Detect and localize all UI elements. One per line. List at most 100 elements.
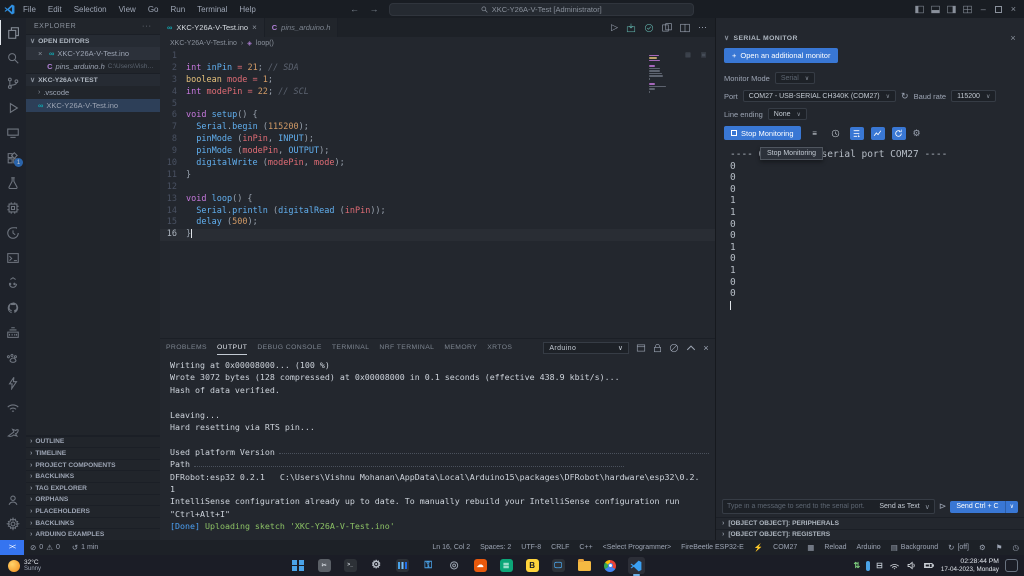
sidebar-section-arduino-examples[interactable]: ›ARDUINO EXAMPLES	[26, 528, 160, 540]
status-flag-icon[interactable]: ⚑	[991, 543, 1008, 552]
code-line-15[interactable]: 15 delay (500);	[160, 217, 715, 229]
activity-extensions-icon[interactable]: 1	[0, 145, 26, 170]
close-button[interactable]: ×	[1011, 4, 1016, 14]
sidebar-section-orphans[interactable]: ›ORPHANS	[26, 494, 160, 506]
sidebar-section-tag-explorer[interactable]: ›TAG EXPLORER	[26, 482, 160, 494]
taskbar-file-explorer-icon[interactable]	[576, 557, 593, 574]
tray-bluetooth-icon[interactable]	[866, 561, 870, 571]
code-line-1[interactable]: 1	[160, 51, 715, 63]
toggle-panel-icon[interactable]	[931, 5, 940, 14]
status-spaces-2[interactable]: Spaces: 2	[475, 544, 516, 551]
activity-jest-icon[interactable]	[0, 270, 26, 295]
stop-monitoring-button[interactable]: Stop Monitoring	[724, 126, 801, 140]
word-wrap-icon[interactable]: ≡	[808, 127, 822, 140]
arduino-verify-icon[interactable]	[644, 23, 654, 33]
code-line-2[interactable]: 2int inPin = 21; // SDA	[160, 63, 715, 75]
status-c[interactable]: C++	[574, 544, 597, 551]
activity-terminal-ext-icon[interactable]	[0, 245, 26, 270]
explorer-more-actions-icon[interactable]: ···	[142, 23, 152, 30]
open-changes-icon[interactable]	[662, 23, 672, 33]
scroll-lock-icon[interactable]	[850, 127, 864, 140]
close-tab-icon[interactable]: ×	[252, 23, 257, 32]
taskbar-b-app-icon[interactable]: B	[524, 557, 541, 574]
open-additional-monitor-button[interactable]: + Open an additional monitor	[724, 48, 838, 63]
activity-settings-icon[interactable]	[0, 512, 26, 536]
serial-message-input[interactable]	[727, 503, 879, 510]
serial-section-registers[interactable]: ›[OBJECT OBJECT]: REGISTERS	[716, 529, 1024, 541]
taskbar-notes-app-icon[interactable]: ≣	[498, 557, 515, 574]
taskbar-performance-monitor-icon[interactable]	[394, 557, 411, 574]
code-line-16[interactable]: 16}	[160, 229, 715, 241]
tree-item-xkc-y26a-v-test.ino[interactable]: ∞XKC-Y26A-V-Test.ino	[26, 99, 160, 112]
status-background[interactable]: ▤Background	[886, 543, 943, 552]
sidebar-section-outline[interactable]: ›OUTLINE	[26, 436, 160, 448]
weather-widget[interactable]: 32°C Sunny	[0, 559, 200, 573]
output-log[interactable]: Writing at 0x00008000... (100 %)Wrote 30…	[160, 357, 715, 540]
panel-tab-debug-console[interactable]: DEBUG CONSOLE	[257, 341, 322, 355]
code-line-7[interactable]: 7 Serial.begin (115200);	[160, 122, 715, 134]
notification-center-icon[interactable]	[1005, 559, 1018, 572]
taskbar-snipping-tool-icon[interactable]: ✂	[316, 557, 333, 574]
sidebar-section-placeholders[interactable]: ›PLACEHOLDERS	[26, 505, 160, 517]
auto-reconnect-icon[interactable]	[892, 127, 906, 140]
activity-source-control-icon[interactable]	[0, 70, 26, 95]
run-button-icon[interactable]: ▷	[611, 22, 618, 33]
toggle-secondary-sidebar-icon[interactable]	[947, 5, 956, 14]
editor-tab-xkc-y26a-v-test.ino[interactable]: ∞XKC-Y26A-V-Test.ino×	[160, 18, 265, 37]
status-com27[interactable]: COM27	[768, 544, 802, 551]
taskbar-key-manager-icon[interactable]: ⚿	[420, 557, 437, 574]
code-line-13[interactable]: 13void loop() {	[160, 194, 715, 206]
open-output-in-editor-icon[interactable]	[636, 343, 646, 353]
send-button[interactable]: Send Ctrl + C ∨	[950, 501, 1018, 513]
taskbar-display-app-icon[interactable]: 🖵	[550, 557, 567, 574]
serial-output[interactable]: ---- Opened the serial port COM27 ---- 0…	[716, 145, 1024, 496]
send-as-select[interactable]: Send as Text∨	[879, 503, 929, 511]
plot-view-icon[interactable]	[871, 127, 885, 140]
output-channel-select[interactable]: Arduino∨	[543, 342, 629, 354]
activity-account-icon[interactable]	[0, 488, 26, 512]
code-line-5[interactable]: 5	[160, 99, 715, 111]
maximize-panel-icon[interactable]	[686, 344, 696, 352]
panel-tab-problems[interactable]: PROBLEMS	[166, 341, 207, 355]
timer-status[interactable]: ↺1 min	[66, 543, 104, 552]
activity-bird-icon[interactable]	[0, 420, 26, 445]
status-firebeetle-esp32-e[interactable]: FireBeetle ESP32-E	[676, 544, 749, 551]
code-line-6[interactable]: 6void setup() {	[160, 110, 715, 122]
activity-remote-explorer-icon[interactable]	[0, 120, 26, 145]
tree-item-.vscode[interactable]: ›.vscode	[26, 86, 160, 99]
menu-go[interactable]: Go	[143, 3, 164, 16]
clear-output-icon[interactable]	[669, 343, 679, 353]
panel-tab-memory[interactable]: MEMORY	[444, 341, 477, 355]
status-plug-icon[interactable]: ⚡	[749, 543, 768, 552]
tray-ethernet-icon[interactable]: ⇅	[853, 562, 860, 570]
taskbar-chrome-icon[interactable]	[602, 557, 619, 574]
remote-indicator[interactable]: ><	[0, 540, 24, 555]
taskbar-cloud-app-icon[interactable]: ☁	[472, 557, 489, 574]
taskbar-utility-icon[interactable]: ◎	[446, 557, 463, 574]
sidebar-section-backlinks[interactable]: ›BACKLINKS	[26, 517, 160, 529]
line-ending-select[interactable]: None∨	[768, 108, 807, 120]
breadcrumb[interactable]: XKC-Y26A-V-Test.ino › ◈ loop()	[160, 37, 715, 49]
status-arduino[interactable]: Arduino	[852, 544, 886, 551]
close-editor-icon[interactable]: ×	[38, 49, 46, 58]
tray-volume-icon[interactable]	[906, 560, 917, 571]
editor-more-actions-icon[interactable]: ⋯	[698, 22, 707, 33]
activity-wireless-icon[interactable]	[0, 395, 26, 420]
code-editor[interactable]: 12int inPin = 21; // SDA3boolean mode = …	[160, 49, 715, 338]
serial-settings-gear-icon[interactable]: ⚙	[913, 128, 921, 139]
chevron-down-icon[interactable]: ∨	[724, 34, 730, 42]
baud-rate-select[interactable]: 115200∨	[951, 90, 996, 102]
problems-status[interactable]: ⊘0 ⚠0	[24, 543, 66, 552]
activity-github-icon[interactable]	[0, 295, 26, 320]
menu-edit[interactable]: Edit	[43, 3, 67, 16]
activity-platformio-icon[interactable]	[0, 195, 26, 220]
layout-toggle-icons[interactable]	[915, 5, 972, 14]
status-bell-icon[interactable]: ◷	[1007, 543, 1024, 552]
tray-usb-icon[interactable]: ⊟	[876, 562, 883, 570]
code-line-4[interactable]: 4int modePin = 22; // SCL	[160, 87, 715, 99]
close-serial-monitor-icon[interactable]: ×	[1010, 33, 1016, 43]
sidebar-section-timeline[interactable]: ›TIMELINE	[26, 447, 160, 459]
panel-tab-xrtos[interactable]: XRTOS	[487, 341, 512, 355]
code-line-14[interactable]: 14 Serial.println (digitalRead (inPin));	[160, 206, 715, 218]
menu-run[interactable]: Run	[165, 3, 190, 16]
